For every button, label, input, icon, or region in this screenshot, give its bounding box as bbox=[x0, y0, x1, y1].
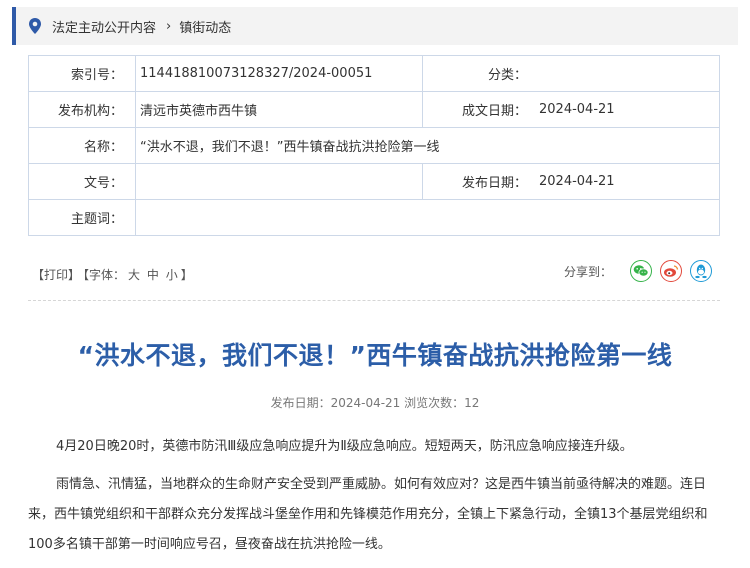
subject-value bbox=[135, 199, 720, 236]
name-value: “洪水不退，我们不退！”西牛镇奋战抗洪抢险第一线 bbox=[135, 127, 720, 164]
document-meta-table: 索引号： 114418810073128327/2024-00051 分类： 发… bbox=[28, 55, 720, 236]
breadcrumb-item-town-news[interactable]: 镇街动态 bbox=[179, 17, 231, 36]
print-link[interactable]: 【打印】 bbox=[32, 268, 80, 282]
created-date-value: 2024-04-21 bbox=[539, 91, 720, 128]
created-date-label: 成文日期： bbox=[422, 91, 539, 128]
docno-label: 文号： bbox=[28, 163, 136, 200]
publisher-value: 清远市英德市西牛镇 bbox=[135, 91, 423, 128]
article-body: 4月20日晚20时，英德市防汛Ⅲ级应急响应提升为Ⅱ级应急响应。短短两天，防汛应急… bbox=[28, 432, 722, 568]
article-tools: 【打印】 【字体：大 中 小】 bbox=[32, 266, 196, 283]
weibo-icon[interactable] bbox=[660, 260, 682, 282]
article-paragraph: 4月20日晚20时，英德市防汛Ⅲ级应急响应提升为Ⅱ级应急响应。短短两天，防汛应急… bbox=[56, 439, 633, 454]
meta-row-publisher: 发布机构： 清远市英德市西牛镇 成文日期： 2024-04-21 bbox=[28, 91, 720, 128]
font-medium-link[interactable]: 中 bbox=[147, 268, 159, 282]
breadcrumb-separator-icon: › bbox=[166, 18, 172, 34]
subject-label: 主题词： bbox=[28, 199, 136, 236]
index-label: 索引号： bbox=[28, 55, 136, 92]
location-pin-icon bbox=[28, 17, 42, 35]
section-divider bbox=[28, 300, 720, 301]
publisher-label: 发布机构： bbox=[28, 91, 136, 128]
wechat-icon[interactable] bbox=[630, 260, 652, 282]
meta-row-index: 索引号： 114418810073128327/2024-00051 分类： bbox=[28, 55, 720, 92]
meta-row-name: 名称： “洪水不退，我们不退！”西牛镇奋战抗洪抢险第一线 bbox=[28, 127, 720, 164]
breadcrumb: 法定主动公开内容 › 镇街动态 bbox=[12, 7, 738, 45]
share-bar: 分享到： bbox=[564, 260, 712, 282]
pubdate-label: 发布日期： bbox=[422, 163, 539, 200]
pubdate-value: 2024-04-21 bbox=[539, 163, 720, 200]
article-paragraph: 雨情急、汛情猛，当地群众的生命财产安全受到严重威胁。如何有效应对？这是西牛镇当前… bbox=[28, 477, 708, 552]
qq-icon[interactable] bbox=[690, 260, 712, 282]
meta-row-subject: 主题词： bbox=[28, 199, 720, 236]
category-value bbox=[539, 55, 720, 92]
font-large-link[interactable]: 大 bbox=[128, 268, 140, 282]
article-title: “洪水不退，我们不退！”西牛镇奋战抗洪抢险第一线 bbox=[77, 341, 673, 370]
index-value: 114418810073128327/2024-00051 bbox=[135, 55, 423, 92]
category-label: 分类： bbox=[422, 55, 539, 92]
article-pubinfo: 发布日期：2024-04-21 浏览次数：12 bbox=[270, 396, 480, 410]
name-label: 名称： bbox=[28, 127, 136, 164]
font-size-suffix: 】 bbox=[180, 268, 193, 282]
font-small-link[interactable]: 小 bbox=[166, 268, 178, 282]
docno-value bbox=[135, 163, 423, 200]
breadcrumb-item-public-content[interactable]: 法定主动公开内容 bbox=[52, 17, 156, 36]
meta-row-docno: 文号： 发布日期： 2024-04-21 bbox=[28, 163, 720, 200]
font-size-prefix: 【字体： bbox=[83, 268, 126, 282]
share-label: 分享到： bbox=[563, 264, 612, 279]
